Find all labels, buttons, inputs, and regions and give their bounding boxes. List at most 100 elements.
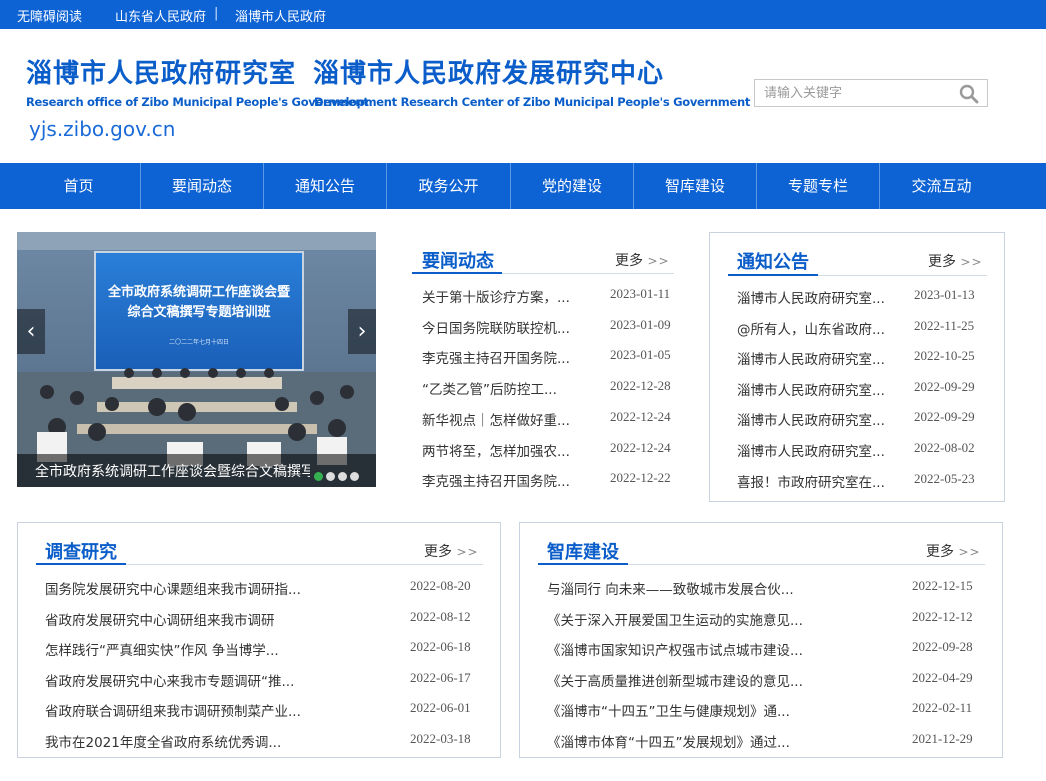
thinktank-item-title[interactable]: 《关于高质量推进创新型城市建设的意见... [547,670,847,690]
thinktank-row[interactable]: 《淄博市体育“十四五”发展规划》通过... 2021-12-29 [547,731,992,751]
notice-item-title[interactable]: @所有人，山东省政府... [737,318,907,338]
slide-screen-text-2: 综合文稿撰写专题培训班 [127,304,270,320]
shandong-gov-link[interactable]: 山东省人民政府 [115,6,206,25]
slider-dot-1[interactable] [314,472,323,481]
image-slider[interactable]: 全市政府系统调研工作座谈会暨 综合文稿撰写专题培训班 二〇二二年七月十四日 ‹ … [17,232,376,487]
site-title-cn-2[interactable]: 淄博市人民政府发展研究中心 [313,53,664,90]
news-row[interactable]: 关于第十版诊疗方案，... 2023-01-11 [422,286,674,306]
slider-dot-2[interactable] [326,472,335,481]
notice-row[interactable]: 喜报！市政府研究室在... 2022-05-23 [737,471,999,491]
news-item-date: 2023-01-09 [610,316,671,332]
slider-next-button[interactable]: › [348,309,376,354]
slider-dots [311,466,359,485]
thinktank-row[interactable]: 《淄博市“十四五”卫生与健康规划》通... 2022-02-11 [547,700,992,720]
thinktank-row[interactable]: 《关于深入开展爱国卫生运动的实施意见... 2022-12-12 [547,608,992,629]
research-item-date: 2022-08-12 [410,608,471,624]
slide-caption[interactable]: 全市政府系统调研工作座谈会暨综合文稿撰写专题培训班 [35,461,310,481]
research-row[interactable]: 省政府联合调研组来我市调研预制菜产业... 2022-06-01 [45,700,490,720]
nav-news[interactable]: 要闻动态 [141,163,263,209]
slider-prev-button[interactable]: ‹ [17,309,45,354]
search-input[interactable] [755,80,955,106]
thinktank-item-title[interactable]: 与淄同行 向未来——致敬城市发展合伙... [547,578,847,598]
news-row[interactable]: 新华视点｜怎样做好重... 2022-12-24 [422,408,674,429]
news-item-title[interactable]: 今日国务院联防联控机... [422,317,592,337]
news-row[interactable]: 李克强主持召开国务院... 2023-01-05 [422,347,674,367]
news-item-date: 2022-12-24 [610,439,671,455]
thinktank-item-date: 2022-12-12 [912,608,973,624]
news-item-date: 2023-01-05 [610,347,671,363]
research-row[interactable]: 国务院发展研究中心课题组来我市调研指... 2022-08-20 [45,578,490,598]
thinktank-row[interactable]: 《关于高质量推进创新型城市建设的意见... 2022-04-29 [547,670,992,690]
research-item-title[interactable]: 我市在2021年度全省政府系统优秀调... [45,731,345,751]
notice-row[interactable]: 淄博市人民政府研究室... 2022-10-25 [737,348,999,368]
accessibility-link[interactable]: 无障碍阅读 [17,6,82,25]
news-row[interactable]: 今日国务院联防联控机... 2023-01-09 [422,316,674,337]
research-title[interactable]: 调查研究 [45,538,117,564]
slider-dot-4[interactable] [350,472,359,481]
notice-item-date: 2022-09-29 [914,409,975,425]
notice-row[interactable]: 淄博市人民政府研究室... 2023-01-13 [737,287,999,307]
thinktank-item-title[interactable]: 《淄博市体育“十四五”发展规划》通过... [547,731,847,751]
notice-item-title[interactable]: 喜报！市政府研究室在... [737,471,907,491]
research-item-title[interactable]: 省政府联合调研组来我市调研预制菜产业... [45,700,345,720]
notice-item-title[interactable]: 淄博市人民政府研究室... [737,409,907,429]
nav-home[interactable]: 首页 [17,163,140,209]
notice-panel: 通知公告 更多 >> 淄博市人民政府研究室... 2023-01-13 @所有人，山… [709,232,1005,502]
search-icon[interactable] [959,84,979,104]
thinktank-title[interactable]: 智库建设 [547,538,619,564]
news-item-title[interactable]: 两节将至，怎样加强农... [422,440,592,460]
nav-gov-affairs[interactable]: 政务公开 [387,163,510,209]
notice-item-title[interactable]: 淄博市人民政府研究室... [737,348,907,368]
notice-row[interactable]: 淄博市人民政府研究室... 2022-09-29 [737,379,999,399]
research-row[interactable]: 省政府发展研究中心来我市专题调研“推... 2022-06-17 [45,669,490,690]
thinktank-more-link[interactable]: 更多 >> [926,541,981,561]
notice-item-title[interactable]: 淄博市人民政府研究室... [737,440,907,460]
research-item-title[interactable]: 省政府发展研究中心来我市专题调研“推... [45,670,345,690]
nav-think-tank[interactable]: 智库建设 [634,163,756,209]
research-item-title[interactable]: 怎样践行“严真细实快”作风 争当博学... [45,639,345,659]
news-item-title[interactable]: 李克强主持召开国务院... [422,347,592,367]
slider-dot-3[interactable] [338,472,347,481]
research-row[interactable]: 省政府发展研究中心调研组来我市调研 2022-08-12 [45,608,490,629]
research-item-date: 2022-08-20 [410,578,471,593]
site-title-cn-1[interactable]: 淄博市人民政府研究室 [26,53,296,90]
notice-title[interactable]: 通知公告 [737,248,809,274]
research-item-title[interactable]: 国务院发展研究中心课题组来我市调研指... [45,578,345,598]
notice-row[interactable]: 淄博市人民政府研究室... 2022-09-29 [737,409,999,429]
news-item-date: 2022-12-24 [610,408,671,424]
nav-special-topics[interactable]: 专题专栏 [757,163,879,209]
news-row[interactable]: 两节将至，怎样加强农... 2022-12-24 [422,439,674,460]
thinktank-row[interactable]: 《淄博市国家知识产权强市试点城市建设... 2022-09-28 [547,639,992,659]
news-row[interactable]: 李克强主持召开国务院... 2022-12-22 [422,470,674,490]
notice-more-link[interactable]: 更多 >> [928,251,983,271]
thinktank-item-title[interactable]: 《淄博市“十四五”卫生与健康规划》通... [547,700,847,720]
nav-party-building[interactable]: 党的建设 [511,163,633,209]
thinktank-item-title[interactable]: 《关于深入开展爱国卫生运动的实施意见... [547,609,847,629]
research-item-title[interactable]: 省政府发展研究中心调研组来我市调研 [45,609,345,629]
notice-row[interactable]: @所有人，山东省政府... 2022-11-25 [737,318,999,338]
slide-screen-date: 二〇二二年七月十四日 [169,338,229,346]
news-item-title[interactable]: 关于第十版诊疗方案，... [422,286,592,306]
slide-screen-text-1: 全市政府系统调研工作座谈会暨 [107,284,290,300]
news-item-title[interactable]: 李克强主持召开国务院... [422,470,592,490]
site-domain: yjs.zibo.gov.cn [29,117,176,141]
notice-row[interactable]: 淄博市人民政府研究室... 2022-08-02 [737,440,999,460]
notice-item-title[interactable]: 淄博市人民政府研究室... [737,379,907,399]
news-title[interactable]: 要闻动态 [422,247,494,273]
thinktank-row[interactable]: 与淄同行 向未来——致敬城市发展合伙... 2022-12-15 [547,578,992,598]
thinktank-item-title[interactable]: 《淄博市国家知识产权强市试点城市建设... [547,639,847,659]
news-row[interactable]: “乙类乙管”后防控工... 2022-12-28 [422,378,674,398]
news-more-link[interactable]: 更多 >> [615,250,670,270]
main-nav: 首页 要闻动态 通知公告 政务公开 党的建设 智库建设 专题专栏 交流互动 [0,163,1046,209]
news-item-title[interactable]: “乙类乙管”后防控工... [422,378,592,398]
zibo-gov-link[interactable]: 淄博市人民政府 [235,6,326,25]
research-item-date: 2022-06-17 [410,669,471,685]
notice-item-title[interactable]: 淄博市人民政府研究室... [737,287,907,307]
nav-interaction[interactable]: 交流互动 [880,163,1003,209]
news-item-title[interactable]: 新华视点｜怎样做好重... [422,409,592,429]
research-row[interactable]: 怎样践行“严真细实快”作风 争当博学... 2022-06-18 [45,639,490,659]
search-box [754,79,988,107]
research-row[interactable]: 我市在2021年度全省政府系统优秀调... 2022-03-18 [45,731,490,751]
research-more-link[interactable]: 更多 >> [424,541,479,561]
nav-notices[interactable]: 通知公告 [264,163,386,209]
